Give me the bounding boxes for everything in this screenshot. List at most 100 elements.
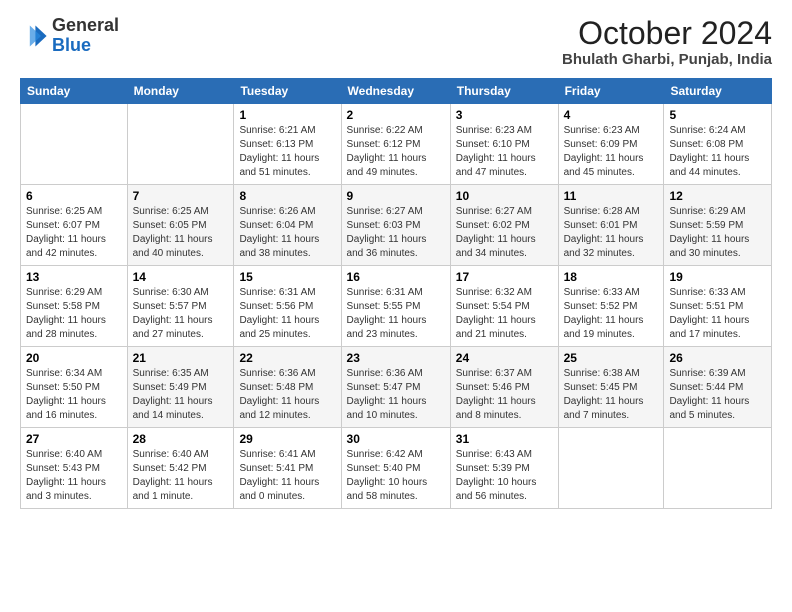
day-info: Sunrise: 6:31 AM Sunset: 5:56 PM Dayligh… — [239, 286, 335, 342]
calendar-cell: 4 Sunrise: 6:23 AM Sunset: 6:09 PM Daylig… — [558, 104, 664, 185]
calendar-cell: 30Sunrise: 6:42 AM Sunset: 5:40 PM Dayli… — [341, 428, 450, 509]
weekday-header-sunday: Sunday — [21, 79, 128, 104]
day-info: Sunrise: 6:43 AM Sunset: 5:39 PM Dayligh… — [456, 448, 553, 504]
day-info: Sunrise: 6:36 AM Sunset: 5:48 PM Dayligh… — [239, 367, 335, 423]
day-info: Sunrise: 6:35 AM Sunset: 5:49 PM Dayligh… — [133, 367, 229, 423]
day-info: Sunrise: 6:33 AM Sunset: 5:52 PM Dayligh… — [564, 286, 659, 342]
day-number: 12 — [669, 189, 766, 203]
calendar-cell: 18 Sunrise: 6:33 AM Sunset: 5:52 PM Dayli… — [558, 266, 664, 347]
day-number: 21 — [133, 351, 229, 365]
day-number: 7 — [133, 189, 229, 203]
calendar-cell: 26Sunrise: 6:39 AM Sunset: 5:44 PM Dayli… — [664, 347, 772, 428]
logo-text: General Blue — [52, 16, 119, 56]
day-info: Sunrise: 6:23 AM Sunset: 6:10 PM Dayligh… — [456, 124, 553, 180]
day-info: Sunrise: 6:23 AM Sunset: 6:09 PM Dayligh… — [564, 124, 659, 180]
day-number: 13 — [26, 270, 122, 284]
day-number: 11 — [564, 189, 659, 203]
calendar-cell: 1 Sunrise: 6:21 AM Sunset: 6:13 PM Daylig… — [234, 104, 341, 185]
calendar-cell: 13 Sunrise: 6:29 AM Sunset: 5:58 PM Dayli… — [21, 266, 128, 347]
day-info: Sunrise: 6:26 AM Sunset: 6:04 PM Dayligh… — [239, 205, 335, 261]
day-info: Sunrise: 6:24 AM Sunset: 6:08 PM Dayligh… — [669, 124, 766, 180]
day-number: 10 — [456, 189, 553, 203]
logo: General Blue — [20, 16, 119, 56]
month-title: October 2024 — [562, 16, 772, 51]
day-number: 16 — [347, 270, 445, 284]
day-info: Sunrise: 6:29 AM Sunset: 5:59 PM Dayligh… — [669, 205, 766, 261]
day-number: 6 — [26, 189, 122, 203]
day-info: Sunrise: 6:27 AM Sunset: 6:02 PM Dayligh… — [456, 205, 553, 261]
day-info: Sunrise: 6:42 AM Sunset: 5:40 PM Dayligh… — [347, 448, 445, 504]
day-info: Sunrise: 6:33 AM Sunset: 5:51 PM Dayligh… — [669, 286, 766, 342]
day-number: 15 — [239, 270, 335, 284]
calendar-week-row: 20Sunrise: 6:34 AM Sunset: 5:50 PM Dayli… — [21, 347, 772, 428]
day-info: Sunrise: 6:31 AM Sunset: 5:55 PM Dayligh… — [347, 286, 445, 342]
day-info: Sunrise: 6:40 AM Sunset: 5:43 PM Dayligh… — [26, 448, 122, 504]
day-info: Sunrise: 6:40 AM Sunset: 5:42 PM Dayligh… — [133, 448, 229, 504]
page: General Blue October 2024 Bhulath Gharbi… — [0, 0, 792, 612]
calendar-cell: 17 Sunrise: 6:32 AM Sunset: 5:54 PM Dayli… — [450, 266, 558, 347]
day-number: 22 — [239, 351, 335, 365]
day-number: 17 — [456, 270, 553, 284]
day-number: 1 — [239, 108, 335, 122]
weekday-header-monday: Monday — [127, 79, 234, 104]
day-number: 9 — [347, 189, 445, 203]
day-info: Sunrise: 6:32 AM Sunset: 5:54 PM Dayligh… — [456, 286, 553, 342]
calendar-cell: 11 Sunrise: 6:28 AM Sunset: 6:01 PM Dayli… — [558, 185, 664, 266]
calendar-cell: 21 Sunrise: 6:35 AM Sunset: 5:49 PM Dayli… — [127, 347, 234, 428]
day-info: Sunrise: 6:34 AM Sunset: 5:50 PM Dayligh… — [26, 367, 122, 423]
day-info: Sunrise: 6:29 AM Sunset: 5:58 PM Dayligh… — [26, 286, 122, 342]
calendar-table: SundayMondayTuesdayWednesdayThursdayFrid… — [20, 78, 772, 509]
calendar-cell — [127, 104, 234, 185]
day-number: 26 — [669, 351, 766, 365]
calendar-cell: 10 Sunrise: 6:27 AM Sunset: 6:02 PM Dayli… — [450, 185, 558, 266]
logo-icon — [20, 22, 48, 50]
calendar-cell — [21, 104, 128, 185]
day-number: 4 — [564, 108, 659, 122]
calendar-cell: 29Sunrise: 6:41 AM Sunset: 5:41 PM Dayli… — [234, 428, 341, 509]
logo-general: General — [52, 16, 119, 36]
day-number: 18 — [564, 270, 659, 284]
calendar-cell: 27 Sunrise: 6:40 AM Sunset: 5:43 PM Dayli… — [21, 428, 128, 509]
day-info: Sunrise: 6:30 AM Sunset: 5:57 PM Dayligh… — [133, 286, 229, 342]
weekday-header-row: SundayMondayTuesdayWednesdayThursdayFrid… — [21, 79, 772, 104]
calendar-cell: 2 Sunrise: 6:22 AM Sunset: 6:12 PM Daylig… — [341, 104, 450, 185]
day-number: 25 — [564, 351, 659, 365]
day-info: Sunrise: 6:21 AM Sunset: 6:13 PM Dayligh… — [239, 124, 335, 180]
calendar-cell: 20Sunrise: 6:34 AM Sunset: 5:50 PM Dayli… — [21, 347, 128, 428]
calendar-week-row: 27 Sunrise: 6:40 AM Sunset: 5:43 PM Dayli… — [21, 428, 772, 509]
weekday-header-saturday: Saturday — [664, 79, 772, 104]
weekday-header-tuesday: Tuesday — [234, 79, 341, 104]
day-info: Sunrise: 6:25 AM Sunset: 6:05 PM Dayligh… — [133, 205, 229, 261]
calendar-cell: 9 Sunrise: 6:27 AM Sunset: 6:03 PM Daylig… — [341, 185, 450, 266]
calendar-week-row: 1 Sunrise: 6:21 AM Sunset: 6:13 PM Daylig… — [21, 104, 772, 185]
calendar-cell — [558, 428, 664, 509]
location-subtitle: Bhulath Gharbi, Punjab, India — [562, 51, 772, 68]
calendar-cell: 8 Sunrise: 6:26 AM Sunset: 6:04 PM Daylig… — [234, 185, 341, 266]
calendar-cell: 19 Sunrise: 6:33 AM Sunset: 5:51 PM Dayli… — [664, 266, 772, 347]
day-number: 3 — [456, 108, 553, 122]
weekday-header-wednesday: Wednesday — [341, 79, 450, 104]
calendar-cell: 16 Sunrise: 6:31 AM Sunset: 5:55 PM Dayli… — [341, 266, 450, 347]
calendar-cell: 31 Sunrise: 6:43 AM Sunset: 5:39 PM Dayli… — [450, 428, 558, 509]
day-number: 27 — [26, 432, 122, 446]
day-number: 5 — [669, 108, 766, 122]
day-info: Sunrise: 6:27 AM Sunset: 6:03 PM Dayligh… — [347, 205, 445, 261]
day-number: 14 — [133, 270, 229, 284]
day-info: Sunrise: 6:36 AM Sunset: 5:47 PM Dayligh… — [347, 367, 445, 423]
calendar-cell: 28Sunrise: 6:40 AM Sunset: 5:42 PM Dayli… — [127, 428, 234, 509]
calendar-cell: 6Sunrise: 6:25 AM Sunset: 6:07 PM Daylig… — [21, 185, 128, 266]
day-number: 2 — [347, 108, 445, 122]
day-number: 24 — [456, 351, 553, 365]
day-number: 8 — [239, 189, 335, 203]
calendar-week-row: 6Sunrise: 6:25 AM Sunset: 6:07 PM Daylig… — [21, 185, 772, 266]
calendar-cell: 22 Sunrise: 6:36 AM Sunset: 5:48 PM Dayli… — [234, 347, 341, 428]
day-info: Sunrise: 6:22 AM Sunset: 6:12 PM Dayligh… — [347, 124, 445, 180]
day-info: Sunrise: 6:41 AM Sunset: 5:41 PM Dayligh… — [239, 448, 335, 504]
weekday-header-thursday: Thursday — [450, 79, 558, 104]
day-info: Sunrise: 6:37 AM Sunset: 5:46 PM Dayligh… — [456, 367, 553, 423]
day-number: 19 — [669, 270, 766, 284]
day-info: Sunrise: 6:28 AM Sunset: 6:01 PM Dayligh… — [564, 205, 659, 261]
day-number: 31 — [456, 432, 553, 446]
calendar-cell: 14 Sunrise: 6:30 AM Sunset: 5:57 PM Dayli… — [127, 266, 234, 347]
calendar-cell: 5 Sunrise: 6:24 AM Sunset: 6:08 PM Daylig… — [664, 104, 772, 185]
